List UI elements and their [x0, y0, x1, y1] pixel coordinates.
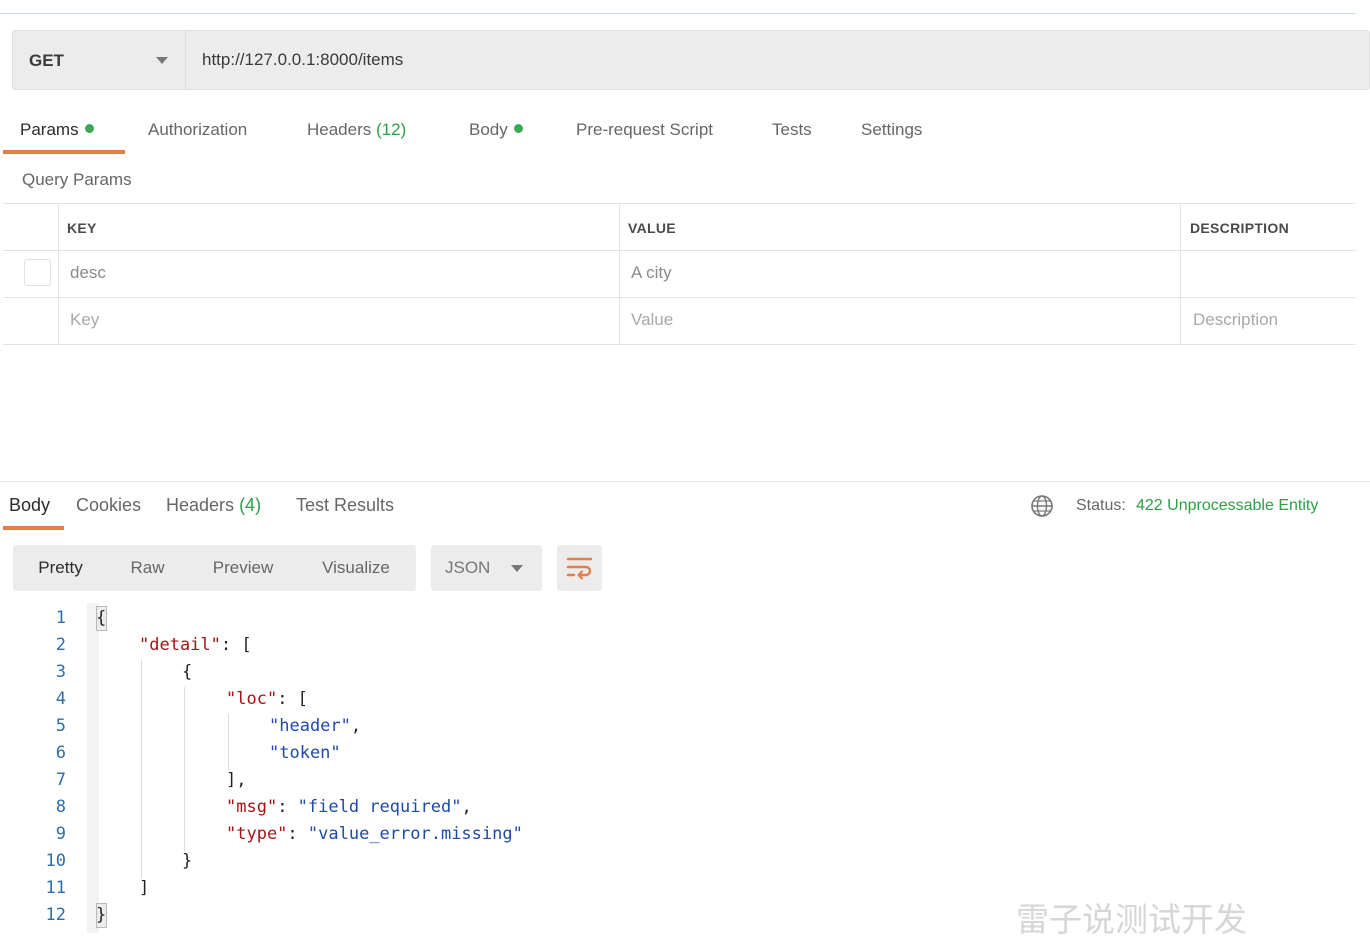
method-label: GET: [29, 51, 64, 70]
table-row: [3, 251, 1356, 298]
code-line: {: [96, 608, 107, 628]
gutter-fold-area: [87, 603, 99, 933]
line-number: 6: [55, 743, 66, 763]
request-tabs: Params Authorization Headers (12) Body P…: [0, 110, 1000, 154]
column-divider: [619, 204, 620, 345]
response-tab-body[interactable]: Body: [9, 495, 50, 516]
line-number: 10: [45, 851, 66, 871]
tab-settings[interactable]: Settings: [861, 120, 922, 140]
line-number: 8: [55, 797, 66, 817]
response-tab-headers-label: Headers: [166, 495, 235, 515]
code-line: }: [96, 905, 107, 925]
visualize-button[interactable]: Visualize: [306, 545, 406, 591]
code-line: {: [182, 662, 193, 682]
format-label: JSON: [445, 558, 491, 577]
code-line: "detail": [: [139, 635, 252, 655]
watermark: 雷子说测试开发: [1016, 900, 1247, 939]
raw-button[interactable]: Raw: [115, 545, 180, 591]
code-line: }: [182, 851, 193, 871]
code-line: ],: [226, 770, 247, 790]
line-number: 12: [45, 905, 66, 925]
wrap-lines-button[interactable]: [557, 545, 602, 591]
tab-headers[interactable]: Headers (12): [307, 120, 406, 140]
tab-params[interactable]: Params: [20, 120, 94, 140]
code-line: ]: [139, 878, 150, 898]
tab-headers-count: (12): [376, 120, 407, 139]
response-tab-headers[interactable]: Headers (4): [166, 495, 261, 516]
table-header-row: [3, 204, 1356, 251]
tab-authorization[interactable]: Authorization: [148, 120, 247, 140]
params-indicator-dot: [84, 124, 94, 133]
section-divider: [0, 481, 1370, 482]
indent-guide: [184, 687, 185, 851]
line-number: 5: [55, 716, 66, 736]
url-input[interactable]: http://127.0.0.1:8000/items: [202, 50, 403, 70]
query-params-table: KEY VALUE DESCRIPTION desc A city Key Va…: [3, 203, 1356, 345]
column-header-description: DESCRIPTION: [1190, 220, 1289, 236]
column-header-key: KEY: [67, 220, 97, 236]
wrap-lines-icon: [566, 557, 593, 580]
param-enabled-checkbox[interactable]: [24, 259, 51, 286]
chevron-down-icon: [156, 57, 168, 64]
pretty-button[interactable]: Pretty: [13, 545, 108, 591]
status-label: Status:: [1076, 497, 1126, 514]
indent-guide: [228, 714, 229, 770]
line-number: 4: [55, 689, 66, 709]
table-row-empty: [3, 298, 1356, 345]
request-bar: GET http://127.0.0.1:8000/items: [12, 30, 1370, 90]
line-number: 2: [55, 635, 66, 655]
column-divider: [58, 204, 59, 345]
code-line: "msg": "field required",: [226, 797, 472, 817]
status-value: 422 Unprocessable Entity: [1136, 497, 1319, 514]
response-tab-test-results[interactable]: Test Results: [296, 495, 394, 516]
chevron-down-icon: [511, 565, 523, 572]
body-indicator-dot: [513, 124, 523, 133]
response-active-tab-underline: [3, 526, 64, 530]
code-line: "token": [269, 743, 341, 763]
tab-body[interactable]: Body: [469, 120, 523, 140]
globe-icon[interactable]: [1030, 494, 1054, 518]
line-number: 7: [55, 770, 66, 790]
new-value-input[interactable]: Value: [631, 310, 673, 330]
response-headers-count: (4): [239, 495, 262, 515]
line-number: 9: [55, 824, 66, 844]
tab-tests[interactable]: Tests: [772, 120, 812, 140]
column-divider: [1180, 204, 1181, 345]
tab-prerequest-script[interactable]: Pre-request Script: [576, 120, 713, 140]
preview-button[interactable]: Preview: [193, 545, 293, 591]
line-number: 3: [55, 662, 66, 682]
view-mode-group: Pretty Raw Preview Visualize: [13, 545, 416, 591]
tab-body-label: Body: [469, 120, 508, 139]
new-description-input[interactable]: Description: [1193, 310, 1278, 330]
method-select[interactable]: GET: [13, 31, 186, 89]
format-select[interactable]: JSON: [431, 545, 542, 591]
code-line: "type": "value_error.missing": [226, 824, 523, 844]
response-tab-cookies[interactable]: Cookies: [76, 495, 141, 516]
active-tab-underline: [3, 150, 125, 154]
code-line: "header",: [269, 716, 362, 736]
tab-headers-label: Headers: [307, 120, 372, 139]
query-params-title: Query Params: [22, 170, 132, 189]
param-key-field[interactable]: desc: [70, 263, 106, 283]
line-number: 11: [45, 878, 66, 898]
tab-params-label: Params: [20, 120, 79, 139]
top-divider: [0, 13, 1356, 14]
column-header-value: VALUE: [628, 220, 676, 236]
param-value-field[interactable]: A city: [631, 263, 672, 283]
new-key-input[interactable]: Key: [70, 310, 99, 330]
code-line: "loc": [: [226, 689, 308, 709]
line-number: 1: [55, 608, 66, 628]
indent-guide: [141, 660, 142, 878]
